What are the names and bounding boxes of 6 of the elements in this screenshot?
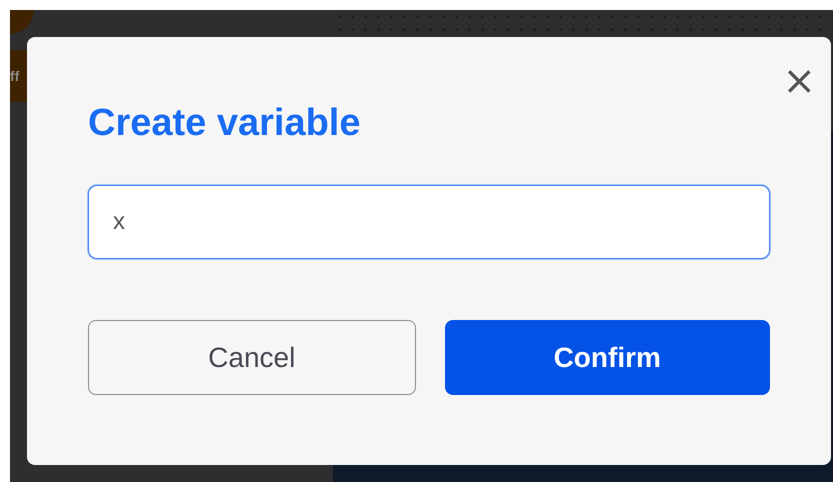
dialog-title: Create variable: [88, 102, 360, 145]
panel-label: ff: [10, 68, 20, 84]
input-field[interactable]: x: [88, 185, 770, 259]
cancel-button[interactable]: Cancel: [88, 320, 416, 395]
confirm-button[interactable]: Confirm: [444, 320, 770, 395]
close-button[interactable]: ×: [778, 61, 820, 101]
